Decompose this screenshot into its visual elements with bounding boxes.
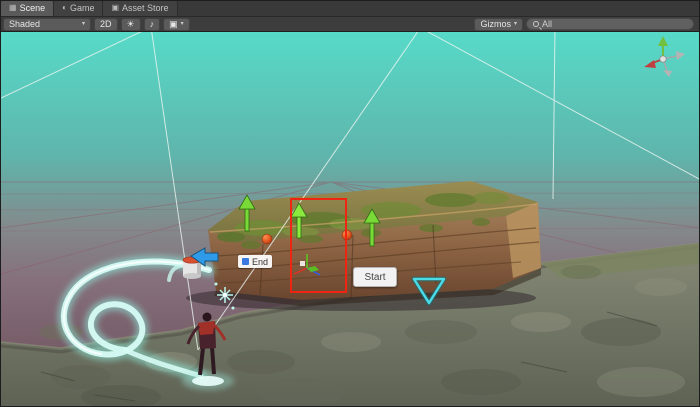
toggle-2d-button[interactable]: 2D [94, 17, 118, 31]
search-input[interactable]: All [526, 18, 694, 30]
chevron-down-icon: ▾ [180, 21, 184, 27]
tab-game[interactable]: ◐ Game [54, 1, 104, 16]
audio-icon: ♪ [149, 18, 155, 29]
scene-tab-icon: ▦ [9, 3, 17, 12]
waypoint-icon [242, 258, 249, 265]
gizmos-dropdown[interactable]: Gizmos ▾ [474, 17, 523, 31]
tab-scene[interactable]: ▦ Scene [1, 1, 55, 16]
scene-toolbar: Shaded ▾ 2D ☀ ♪ ▣ ▾ Gizmos ▾ All [1, 17, 699, 32]
asset-store-tab-icon: ▣ [111, 3, 120, 12]
end-waypoint-label[interactable]: End [238, 255, 273, 268]
game-tab-icon: ◐ [62, 3, 67, 12]
gizmos-label: Gizmos [480, 18, 511, 29]
start-label-text: Start [364, 271, 386, 283]
tab-scene-label: Scene [19, 3, 46, 13]
search-icon [533, 21, 539, 27]
toggle-2d-label: 2D [100, 18, 112, 29]
lighting-toggle-button[interactable]: ☀ [120, 17, 141, 31]
scene-viewport[interactable]: End Start [1, 32, 700, 407]
tab-bar: ▦ Scene ◐ Game ▣ Asset Store [1, 1, 699, 17]
shading-mode-dropdown[interactable]: Shaded ▾ [3, 17, 91, 31]
effects-dropdown[interactable]: ▣ ▾ [163, 17, 190, 31]
unity-editor-panel: ▦ Scene ◐ Game ▣ Asset Store Shaded ▾ 2D… [0, 0, 700, 407]
effects-icon: ▣ [169, 18, 178, 29]
tab-asset-store-label: Asset Store [122, 3, 169, 13]
chevron-down-icon: ▾ [513, 21, 517, 27]
end-label-text: End [252, 256, 269, 267]
search-value: All [542, 19, 553, 29]
chevron-down-icon: ▾ [81, 21, 85, 27]
audio-toggle-button[interactable]: ♪ [143, 17, 161, 31]
shading-mode-label: Shaded [9, 18, 41, 29]
tab-game-label: Game [69, 3, 95, 13]
scene-svg[interactable] [1, 32, 700, 407]
tab-asset-store[interactable]: ▣ Asset Store [103, 1, 178, 16]
start-waypoint-label[interactable]: Start [353, 267, 397, 287]
lighting-icon: ☀ [126, 18, 135, 29]
